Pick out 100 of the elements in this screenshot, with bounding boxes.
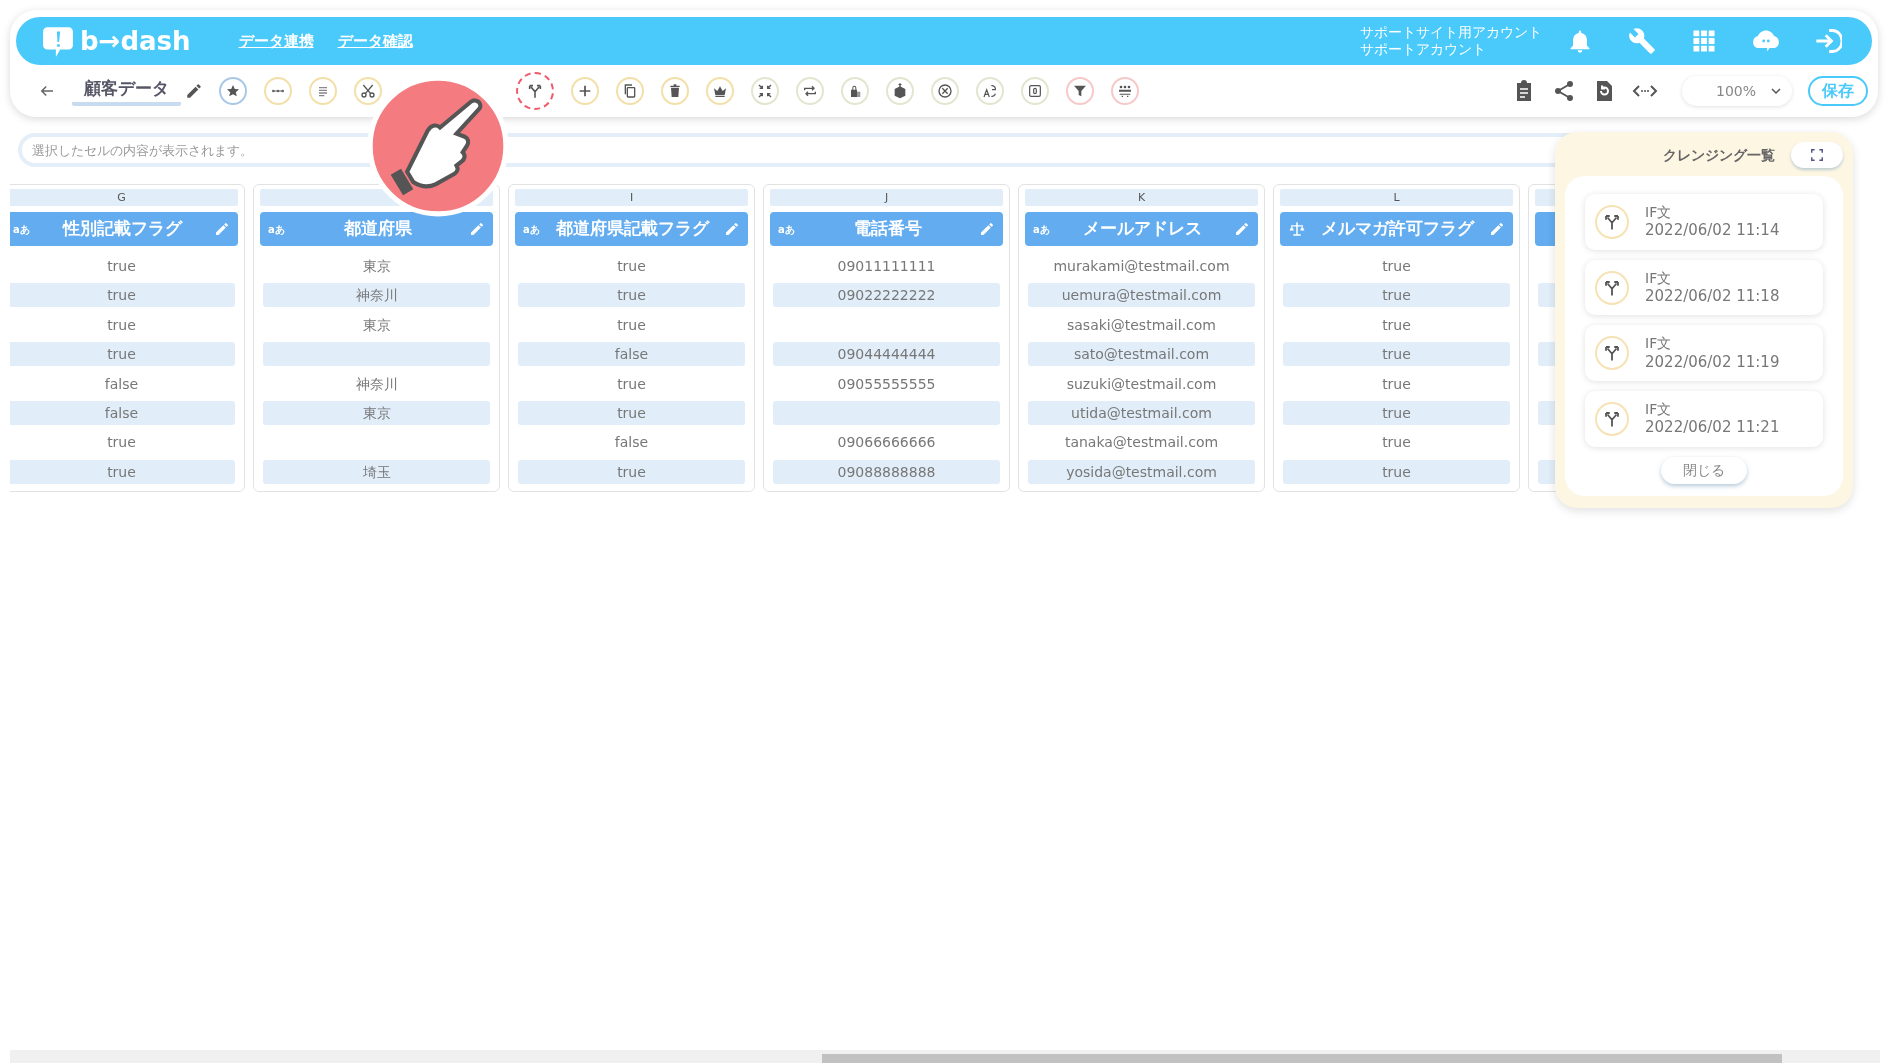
- text-type-label: aあ: [13, 222, 31, 237]
- table-cell: utida@testmail.com: [1028, 400, 1255, 425]
- box-icon: [892, 83, 908, 99]
- table-cell-text: 09011111111: [836, 257, 937, 276]
- table-cell: true: [1283, 283, 1510, 308]
- speech-bubble-logo-icon: [40, 25, 76, 57]
- chevron-down-icon: [1770, 85, 1782, 97]
- fork-arrow-icon: [1603, 344, 1621, 363]
- logo-text: b→dash: [80, 24, 191, 58]
- copy-icon: [622, 83, 638, 99]
- table-cell-text: 神奈川: [354, 374, 399, 394]
- account-name: サポートサイト用アカウント: [1360, 23, 1542, 41]
- table-cell: uemura@testmail.com: [1028, 283, 1255, 308]
- star-icon: [225, 83, 241, 99]
- text-type-label: aあ: [778, 222, 796, 237]
- cleansing-item[interactable]: IF文 2022/06/02 11:14: [1585, 194, 1823, 250]
- table-cell-text: true: [106, 433, 137, 453]
- table-cell: true: [518, 283, 745, 308]
- share-icon[interactable]: [1552, 79, 1576, 103]
- data-title: 顧客データ: [72, 76, 181, 106]
- plus-icon: [577, 83, 593, 99]
- item-timestamp: 2022/06/02 11:19: [1645, 352, 1780, 373]
- column-title: メルマガ許可フラグ: [1320, 217, 1476, 241]
- column-title: 都道府県記載フラグ: [555, 217, 711, 241]
- item-timestamp: 2022/06/02 11:18: [1645, 286, 1780, 307]
- nav-link[interactable]: データ確認: [337, 29, 413, 53]
- translate-icon: [982, 83, 998, 99]
- cleansing-item[interactable]: IF文 2022/06/02 11:18: [1585, 259, 1823, 316]
- cleansing-item[interactable]: IF文 2022/06/02 11:19: [1585, 325, 1823, 382]
- table-cell: sato@testmail.com: [1028, 342, 1255, 367]
- table-cell: 神奈川: [263, 283, 490, 308]
- column-header[interactable]: aあ 性別記載フラグ: [10, 212, 238, 246]
- table-cell: 09022222222: [773, 283, 1000, 308]
- table-cell: true: [1283, 459, 1510, 484]
- column-header[interactable]: aあ 都道府県記載フラグ: [515, 212, 748, 246]
- column-title: 電話番号: [852, 217, 923, 241]
- table-cell: 09088888888: [773, 459, 1000, 484]
- text-type-label: aあ: [1033, 222, 1051, 237]
- x-circle-icon: [937, 83, 953, 99]
- tool-button[interactable]: [219, 77, 247, 105]
- table-cell-text: true: [1381, 374, 1412, 394]
- text-type-label: aあ: [268, 222, 286, 237]
- table-cell-text: suzuki@testmail.com: [1065, 374, 1218, 394]
- table-cell-text: sasaki@testmail.com: [1066, 315, 1217, 335]
- item-name: IF文: [1645, 400, 1673, 419]
- column-header[interactable]: aあ 都道府県: [260, 212, 493, 246]
- panel-title: クレンジング一覧: [1663, 145, 1775, 165]
- filter-icon: [1072, 83, 1088, 99]
- save-button[interactable]: 保存: [1808, 76, 1868, 106]
- table-cell-text: true: [616, 315, 647, 335]
- fork-arrow-icon: [527, 83, 543, 99]
- close-button[interactable]: 閉じる: [1661, 456, 1747, 484]
- table-cell: false: [518, 342, 745, 367]
- table-cell: true: [10, 283, 235, 308]
- fork-arrow-icon: [1603, 278, 1621, 297]
- table-cell: true: [518, 400, 745, 425]
- column-header[interactable]: aあ メールアドレス: [1025, 212, 1258, 246]
- table-cell-text: true: [1381, 315, 1412, 335]
- scale-icon: [1288, 220, 1306, 238]
- item-name: IF文: [1645, 203, 1673, 222]
- item-timestamp: 2022/06/02 11:14: [1645, 221, 1780, 241]
- table-cell-text: true: [106, 257, 137, 276]
- repeat-icon: [802, 83, 818, 99]
- column-header[interactable]: メルマガ許可フラグ: [1280, 212, 1513, 246]
- zoom-select[interactable]: 100%: [1682, 76, 1792, 106]
- text-type-label: aあ: [523, 222, 541, 237]
- table-cell: 09044444444: [773, 342, 1000, 367]
- table-cell-text: true: [1381, 257, 1412, 276]
- fork-arrow-icon: [1603, 409, 1621, 428]
- table-cell-text: tanaka@testmail.com: [1063, 433, 1220, 453]
- column-letter: K: [1025, 189, 1258, 206]
- column-title: 都道府県: [342, 217, 413, 241]
- expand-button[interactable]: [1791, 142, 1843, 168]
- compress-icon: [757, 83, 773, 99]
- expand-icon: [1810, 148, 1824, 162]
- table-cell-text: false: [613, 433, 650, 453]
- zero-box-icon: [1027, 83, 1043, 99]
- people-grid-icon: [1117, 83, 1133, 99]
- table-cell-text: murakami@testmail.com: [1052, 257, 1231, 276]
- column-header[interactable]: aあ 電話番号: [770, 212, 1003, 246]
- table-cell: yosida@testmail.com: [1028, 459, 1255, 484]
- table-cell: false: [10, 400, 235, 425]
- table-cell-text: 東京: [361, 315, 392, 335]
- table-cell-text: 09055555555: [836, 374, 937, 394]
- table-cell-text: true: [1381, 433, 1412, 453]
- trash-icon: [667, 83, 683, 99]
- table-cell-text: 09066666666: [836, 433, 937, 453]
- item-name: IF文: [1645, 334, 1673, 353]
- cleansing-item[interactable]: IF文 2022/06/02 11:21: [1585, 391, 1823, 447]
- table-cell: 東京: [263, 400, 490, 425]
- pencil-icon[interactable]: [185, 82, 203, 100]
- table-cell: 埼玉: [263, 459, 490, 484]
- nav-link[interactable]: データ連携: [238, 29, 314, 53]
- table-cell: true: [10, 459, 235, 484]
- column-letter: J: [770, 189, 1003, 206]
- table-cell-text: false: [103, 374, 140, 394]
- item-timestamp: 2022/06/02 11:21: [1645, 418, 1780, 438]
- fork-arrow-icon: [1603, 212, 1621, 231]
- table-cell: true: [10, 342, 235, 367]
- table-cell-text: true: [616, 374, 647, 394]
